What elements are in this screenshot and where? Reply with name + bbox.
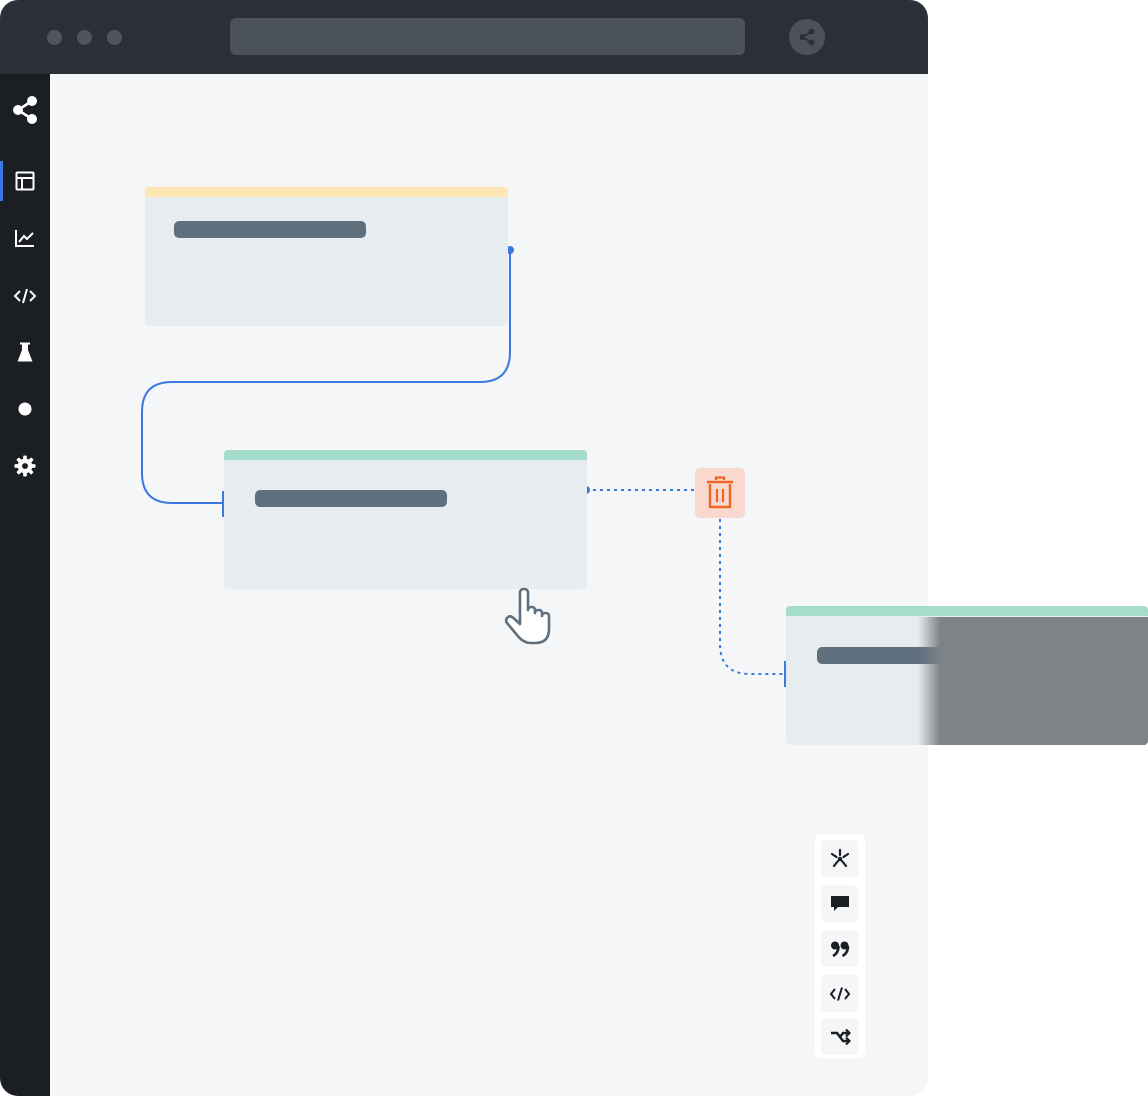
code-icon [829, 986, 851, 1002]
quote-icon [830, 940, 850, 958]
node-title [255, 490, 447, 507]
tool-quote-button[interactable] [821, 930, 858, 967]
branch-icon [829, 1027, 851, 1047]
tool-branch-button[interactable] [821, 1018, 858, 1055]
connection-line-2-3-continued[interactable] [719, 519, 785, 675]
flow-node[interactable] [145, 187, 508, 326]
tool-comment-button[interactable] [821, 885, 858, 922]
trash-icon [705, 476, 735, 510]
comment-icon [830, 894, 850, 914]
spark-icon [829, 848, 851, 870]
node-header [145, 187, 508, 197]
hand-cursor-icon [498, 586, 556, 648]
node-header [224, 450, 587, 460]
node-title [174, 221, 366, 238]
tool-palette [815, 834, 865, 1058]
drag-overflow-shade [918, 617, 1148, 745]
flow-node[interactable] [224, 450, 587, 589]
tool-code-button[interactable] [821, 975, 858, 1012]
tool-spark-button[interactable] [821, 840, 858, 877]
delete-connection-button[interactable] [695, 468, 745, 518]
node-header [786, 606, 1148, 616]
